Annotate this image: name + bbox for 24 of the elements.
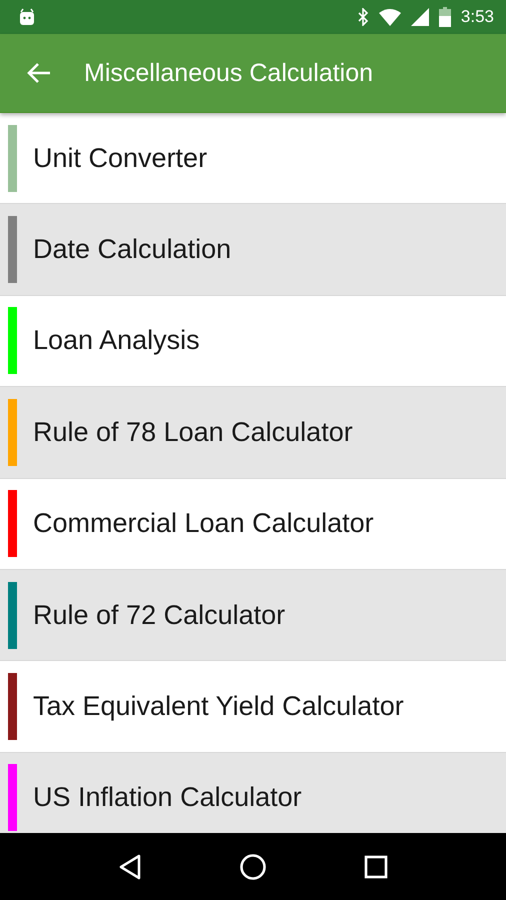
- item-label: Date Calculation: [33, 234, 232, 266]
- list-item[interactable]: Rule of 72 Calculator: [0, 570, 506, 662]
- signal-icon: [410, 8, 429, 26]
- battery-icon: [438, 7, 451, 27]
- item-label: Rule of 72 Calculator: [33, 600, 286, 631]
- android-icon: [18, 8, 36, 26]
- item-label: Loan Analysis: [33, 325, 200, 356]
- recents-button[interactable]: [364, 854, 388, 878]
- home-button[interactable]: [238, 852, 267, 880]
- list-item[interactable]: US Inflation Calculator: [0, 752, 506, 833]
- wifi-icon: [378, 8, 401, 26]
- back-nav-button[interactable]: [118, 854, 142, 880]
- list-item[interactable]: Date Calculation: [0, 204, 506, 296]
- list-item[interactable]: Rule of 78 Loan Calculator: [0, 387, 506, 479]
- item-label: Unit Converter: [33, 142, 208, 174]
- item-label: Commercial Loan Calculator: [33, 508, 374, 540]
- item-label: Tax Equivalent Yield Calculator: [33, 691, 404, 722]
- screen-title: Miscellaneous Calculation: [84, 58, 374, 88]
- bluetooth-icon: [356, 8, 369, 26]
- list-item[interactable]: Commercial Loan Calculator: [0, 478, 506, 570]
- status-time: 3:53: [460, 7, 494, 27]
- item-label: Rule of 78 Loan Calculator: [33, 416, 353, 448]
- back-button[interactable]: [26, 61, 52, 85]
- item-label: US Inflation Calculator: [33, 782, 302, 814]
